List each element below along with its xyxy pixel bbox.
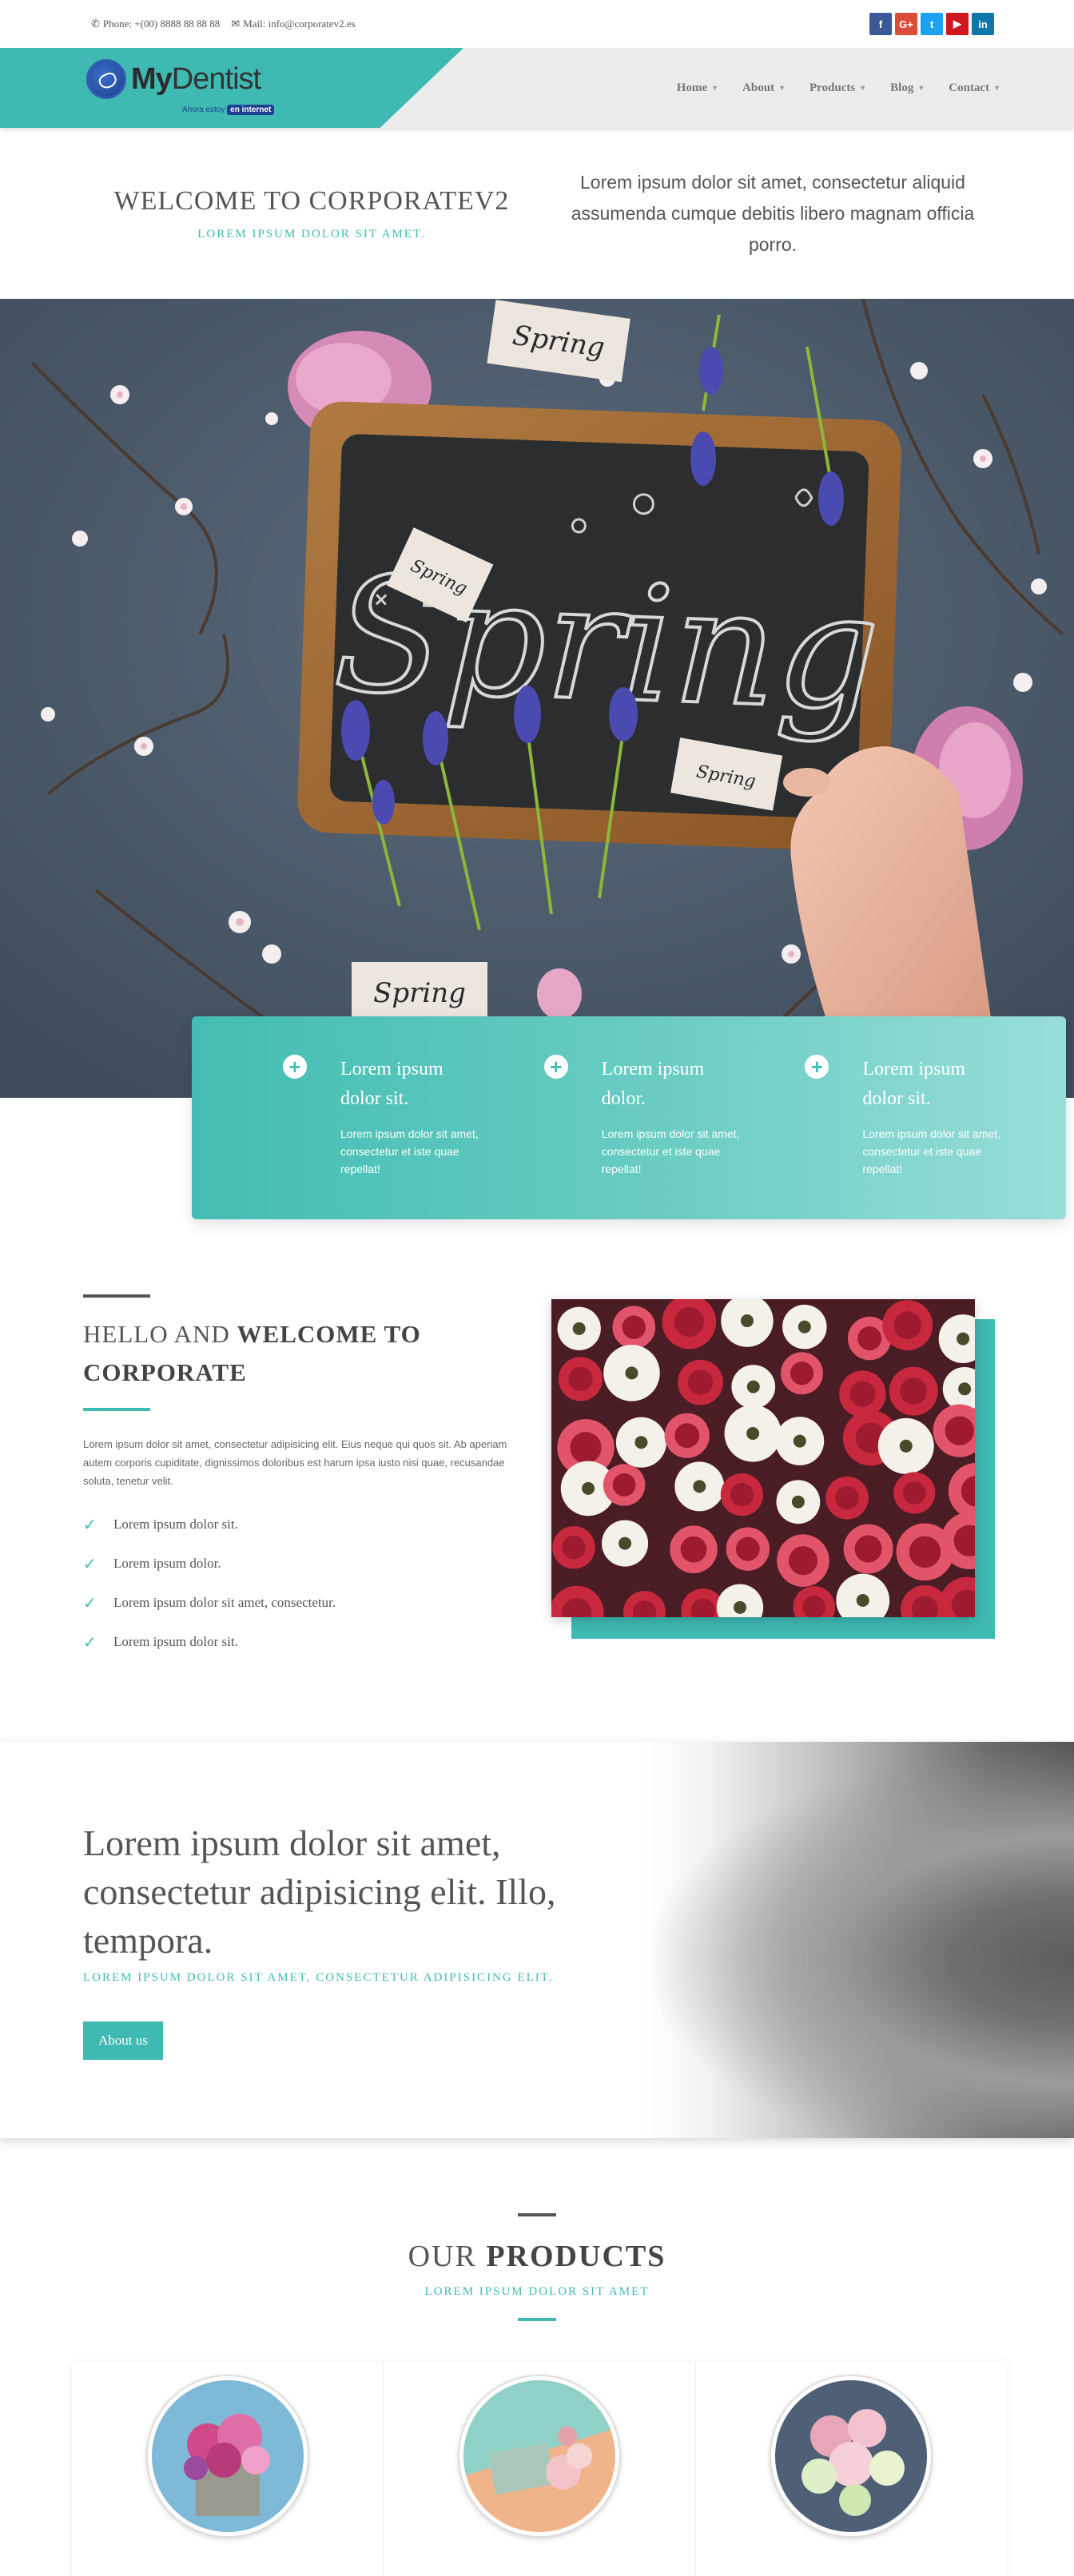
product-image[interactable] bbox=[771, 2376, 932, 2536]
top-bar: ✆ Phone: +(00) 8888 88 88 88 ✉ Mail: info@… bbox=[0, 0, 1074, 48]
about-us-button[interactable]: About us bbox=[83, 2021, 163, 2060]
roses-and-daisies-illustration bbox=[551, 1299, 975, 1617]
about-title: HELLO AND WELCOME TO CORPORATE bbox=[83, 1320, 421, 1386]
social-links: f G+ t ▶ in bbox=[869, 13, 994, 35]
feature-title: Lorem ipsum dolor. bbox=[601, 1059, 705, 1109]
welcome-text: Lorem ipsum dolor sit amet, consectetur … bbox=[571, 171, 975, 255]
feature-text: Lorem ipsum dolor sit amet, consectetur … bbox=[601, 1127, 740, 1175]
nav-item-home[interactable]: Home ▼ bbox=[677, 81, 718, 95]
check-icon: ✓ bbox=[83, 1514, 97, 1534]
feature-title: Lorem ipsum dolor sit. bbox=[862, 1059, 965, 1109]
cta-subtitle: LOREM IPSUM DOLOR SIT AMET, CONSECTETUR … bbox=[83, 1971, 554, 1984]
mail-icon: ✉ bbox=[231, 18, 241, 30]
tag-label: Spring bbox=[373, 977, 466, 1009]
about-text: Lorem ipsum dolor sit amet, consectetur … bbox=[83, 1438, 507, 1487]
twitter-icon[interactable]: t bbox=[921, 13, 943, 35]
divider bbox=[83, 1294, 150, 1298]
product-grid bbox=[72, 2362, 1007, 2576]
chevron-down-icon: ▼ bbox=[993, 84, 1000, 92]
youtube-icon[interactable]: ▶ bbox=[946, 13, 969, 35]
accent-divider bbox=[518, 2318, 556, 2321]
check-icon: ✓ bbox=[83, 1632, 97, 1652]
welcome-section: WELCOME TO CORPORATEV2 LOREM IPSUM DOLOR… bbox=[0, 128, 1074, 299]
chevron-down-icon: ▼ bbox=[711, 84, 719, 92]
check-icon: ✓ bbox=[83, 1592, 97, 1612]
product-image[interactable] bbox=[147, 2376, 308, 2536]
feature-item: + Lorem ipsum dolor sit. Lorem ipsum dol… bbox=[283, 1055, 544, 1219]
product-card[interactable] bbox=[384, 2362, 696, 2576]
phone-icon: ✆ bbox=[91, 18, 100, 30]
about-photo bbox=[551, 1299, 999, 1643]
mail-info: ✉ Mail: info@corporatev2.es bbox=[231, 18, 355, 30]
products-section: OUR PRODUCTS LOREM IPSUM DOLOR SIT AMET bbox=[0, 2213, 1074, 2576]
chevron-down-icon: ▼ bbox=[859, 84, 867, 92]
facebook-icon[interactable]: f bbox=[869, 13, 892, 35]
about-section: HELLO AND WELCOME TO CORPORATE Lorem ips… bbox=[83, 1294, 1002, 1661]
feature-item: + Lorem ipsum dolor sit. Lorem ipsum dol… bbox=[805, 1055, 1066, 1219]
product-image[interactable] bbox=[459, 2376, 619, 2536]
plus-circle-icon[interactable]: + bbox=[805, 1055, 829, 1079]
cta-title: Lorem ipsum dolor sit amet, consectetur … bbox=[83, 1823, 556, 1961]
site-header: MyDentist Ahora estoy en internet Home ▼ … bbox=[0, 48, 1074, 128]
plus-circle-icon[interactable]: + bbox=[543, 1055, 568, 1079]
feature-text: Lorem ipsum dolor sit amet, consectetur … bbox=[340, 1127, 479, 1175]
welcome-heading: WELCOME TO CORPORATEV2 LOREM IPSUM DOLOR… bbox=[104, 186, 519, 241]
tooth-icon bbox=[86, 59, 126, 99]
hero-image: Spring Spring Spring Spring Spring bbox=[0, 299, 1074, 1098]
feature-item: + Lorem ipsum dolor. Lorem ipsum dolor s… bbox=[543, 1055, 806, 1219]
linkedin-icon[interactable]: in bbox=[972, 13, 994, 35]
product-card[interactable] bbox=[72, 2362, 384, 2576]
products-subtitle: LOREM IPSUM DOLOR SIT AMET bbox=[424, 2285, 650, 2298]
main-nav: Home ▼ About ▼ Products ▼ Blog ▼ Contact ▼ bbox=[677, 48, 1000, 128]
cta-content: Lorem ipsum dolor sit amet, consectetur … bbox=[83, 1819, 674, 2060]
accent-divider bbox=[83, 1408, 150, 1411]
logo-text: MyDentist bbox=[131, 62, 261, 96]
nav-item-about[interactable]: About ▼ bbox=[742, 81, 786, 95]
welcome-subtitle: LOREM IPSUM DOLOR SIT AMET. bbox=[197, 227, 426, 241]
nav-item-contact[interactable]: Contact ▼ bbox=[949, 81, 1000, 95]
mail-text: Mail: info@corporatev2.es bbox=[243, 18, 356, 30]
features-card: + Lorem ipsum dolor sit. Lorem ipsum dol… bbox=[192, 1016, 1066, 1219]
cta-shadow-graphic bbox=[642, 1742, 1074, 2138]
check-icon: ✓ bbox=[83, 1553, 97, 1573]
contact-info: ✆ Phone: +(00) 8888 88 88 88 ✉ Mail: info@… bbox=[91, 18, 356, 30]
chevron-down-icon: ▼ bbox=[778, 84, 786, 92]
spring-chalkboard-illustration: Spring Spring Spring Spring Spring bbox=[0, 299, 1074, 1098]
chevron-down-icon: ▼ bbox=[917, 84, 925, 92]
nav-item-products[interactable]: Products ▼ bbox=[809, 81, 866, 95]
logo-tagline: Ahora estoy en internet bbox=[182, 105, 275, 115]
phone-info: ✆ Phone: +(00) 8888 88 88 88 bbox=[91, 18, 220, 30]
plus-circle-icon[interactable]: + bbox=[283, 1055, 307, 1079]
welcome-title: WELCOME TO CORPORATEV2 bbox=[113, 185, 510, 216]
nav-item-blog[interactable]: Blog ▼ bbox=[890, 81, 925, 95]
roses-photo bbox=[551, 1299, 975, 1617]
site-logo[interactable]: MyDentist Ahora estoy en internet bbox=[86, 59, 275, 115]
divider bbox=[518, 2213, 556, 2216]
cta-section: Lorem ipsum dolor sit amet, consectetur … bbox=[0, 1742, 1074, 2138]
feature-text: Lorem ipsum dolor sit amet, consectetur … bbox=[862, 1127, 1001, 1175]
phone-text: Phone: +(00) 8888 88 88 88 bbox=[102, 18, 221, 30]
products-title: OUR PRODUCTS bbox=[408, 2240, 666, 2273]
product-card[interactable] bbox=[696, 2362, 1007, 2576]
feature-title: Lorem ipsum dolor sit. bbox=[340, 1059, 444, 1109]
google-plus-icon[interactable]: G+ bbox=[895, 13, 917, 35]
